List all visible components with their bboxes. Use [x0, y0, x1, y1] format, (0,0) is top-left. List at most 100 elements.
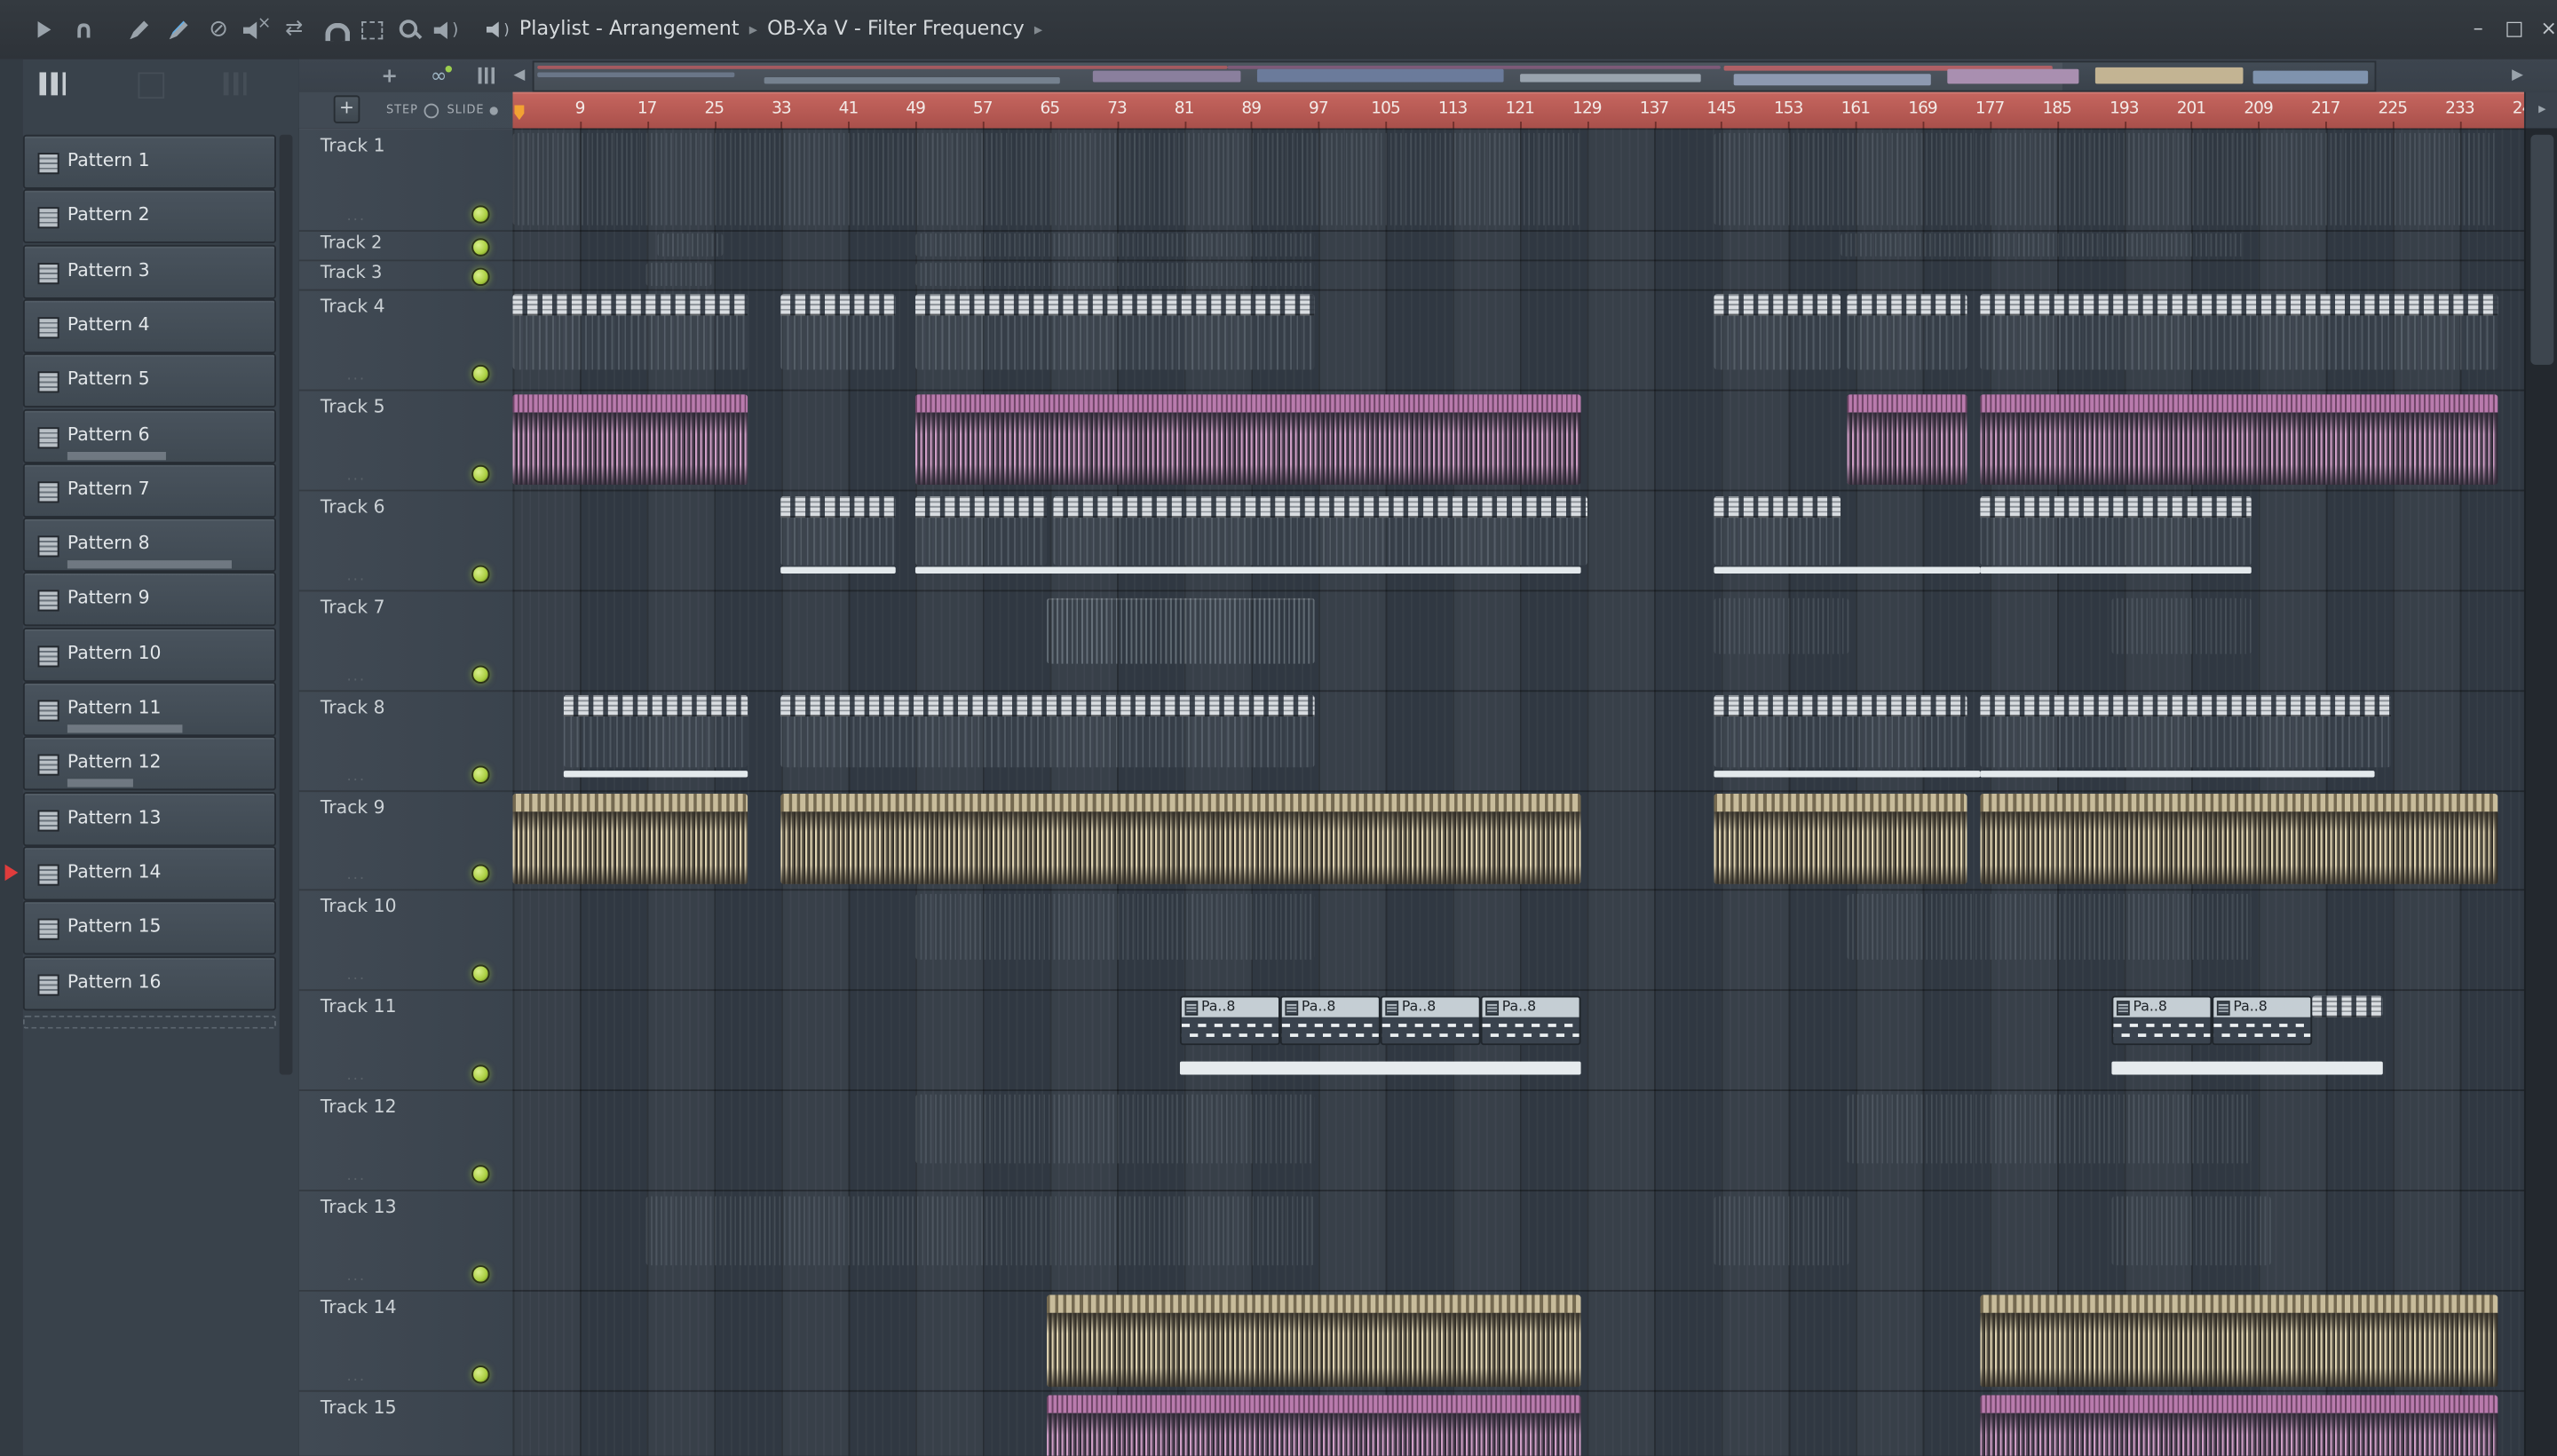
draw-icon[interactable] [125, 15, 154, 44]
pattern-item[interactable]: Pattern 6 [22, 408, 276, 463]
pattern-item[interactable]: Pattern 4 [22, 298, 276, 353]
ruler[interactable]: 9 17 25 33 41 49 57 65 73 81 89 97 105 113 121 129 137 14… [512, 91, 2524, 132]
pattern-tool-icon[interactable] [138, 72, 165, 99]
clip-pink[interactable] [1047, 1395, 1581, 1456]
mute-icon[interactable] [241, 15, 272, 44]
track-header[interactable]: Track 10... [298, 889, 513, 992]
scroll-left-icon[interactable]: ◀ [510, 64, 529, 87]
clip-tan[interactable] [1980, 793, 2498, 884]
pattern-picker-icon[interactable] [39, 72, 67, 96]
clip-faint[interactable] [1714, 1196, 1849, 1266]
pattern-item[interactable]: Pattern 14 [4, 846, 276, 901]
track-led[interactable] [471, 565, 490, 584]
clip-faint[interactable] [914, 263, 1315, 287]
clip-tan[interactable] [1047, 1294, 1581, 1388]
clip-pink[interactable] [914, 394, 1581, 486]
clip-pink[interactable] [1847, 394, 1967, 486]
play-icon[interactable] [29, 15, 59, 44]
track-header[interactable]: Track 7... [298, 590, 513, 692]
track-led[interactable] [471, 665, 490, 684]
scroll-right-icon[interactable]: ▶ [2507, 64, 2527, 87]
track-header[interactable]: Track 8... [298, 690, 513, 793]
clip-line[interactable] [1980, 771, 2375, 778]
track-header[interactable]: Track 15... [299, 1390, 513, 1456]
breadcrumb-playlist[interactable]: Playlist - Arrangement [519, 17, 740, 40]
pattern-item[interactable]: Pattern 9 [22, 572, 276, 627]
track-led[interactable] [471, 266, 490, 286]
pattern-item[interactable]: Pattern 1 [22, 134, 276, 189]
clip-faint[interactable] [657, 233, 724, 257]
track-header[interactable]: Track 2 [298, 230, 513, 262]
clip-faint[interactable] [1841, 233, 2245, 257]
clip-pink[interactable] [1980, 394, 2498, 486]
track-led[interactable] [471, 864, 490, 882]
clip-named[interactable]: Pa..8 [2111, 995, 2213, 1046]
pattern-drop-slot[interactable] [22, 1015, 276, 1029]
clip-faint[interactable] [645, 263, 712, 287]
clip-line[interactable] [780, 566, 896, 574]
clip-tan[interactable] [1714, 793, 1967, 884]
select-icon[interactable] [357, 15, 386, 44]
pattern-panel-scrollbar[interactable] [279, 134, 293, 1075]
track-header[interactable]: Track 14... [298, 1290, 513, 1392]
step-toggle[interactable] [424, 103, 439, 119]
clip-named[interactable]: Pa..8 [2212, 995, 2313, 1046]
clip-strip[interactable] [2111, 1061, 2383, 1075]
clip-chip[interactable] [914, 294, 1315, 370]
clip-faint[interactable] [914, 893, 1315, 960]
track-led[interactable] [471, 1265, 490, 1284]
clip-tan[interactable] [780, 793, 1581, 884]
track-led[interactable] [471, 205, 490, 224]
clip-line[interactable] [1714, 566, 1981, 574]
close-button[interactable]: × [2536, 13, 2557, 43]
delete-icon[interactable] [204, 15, 234, 44]
pattern-item[interactable]: Pattern 10 [22, 627, 276, 682]
track-led[interactable] [471, 1064, 490, 1083]
track-led[interactable] [471, 1165, 490, 1183]
clip-faint[interactable] [1714, 597, 1849, 654]
minimize-button[interactable]: – [2465, 13, 2491, 43]
clip-named[interactable]: Pa..8 [1179, 995, 1280, 1046]
track-header[interactable]: Track 3 [298, 259, 513, 291]
pattern-item[interactable]: Pattern 16 [22, 955, 276, 1010]
clip-chip[interactable] [1980, 495, 2252, 566]
pattern-item[interactable]: Pattern 15 [22, 900, 276, 955]
clip-chip[interactable] [1980, 294, 2498, 370]
clip-faint[interactable] [914, 1094, 1315, 1164]
snap-icon[interactable] [375, 62, 404, 89]
magnet-icon[interactable] [319, 15, 351, 44]
headphones-icon[interactable] [69, 15, 99, 44]
track-header[interactable]: Track 12... [298, 1089, 513, 1191]
pattern-item[interactable]: Pattern 11 [22, 682, 276, 737]
clip-faint[interactable] [2111, 1196, 2271, 1266]
track-led[interactable] [471, 464, 490, 484]
clip-line[interactable] [1714, 771, 1981, 778]
overview-strip[interactable] [532, 60, 2377, 92]
clip-chip[interactable] [1714, 495, 1841, 566]
pattern-item[interactable]: Pattern 5 [22, 353, 276, 408]
track-header[interactable]: Track 1... [298, 128, 513, 232]
clip-faint[interactable] [645, 1196, 1315, 1266]
pattern-item[interactable]: Pattern 7 [22, 463, 276, 518]
pattern-filter-icon[interactable] [223, 72, 247, 96]
grid[interactable]: Pa..8 Pa..8 Pa..8 Pa..8 Pa..8 Pa..8 [512, 128, 2524, 1456]
clip-line[interactable] [914, 566, 1581, 574]
clip-chip[interactable] [780, 294, 896, 370]
clip-chip[interactable] [2312, 995, 2383, 1017]
clip-faint[interactable] [2111, 597, 2252, 654]
vertical-scrollbar-thumb[interactable] [2530, 134, 2554, 365]
clip-tan[interactable] [512, 793, 748, 884]
track-led[interactable] [471, 1365, 490, 1384]
zoom-icon[interactable] [394, 15, 424, 44]
grid-icon[interactable] [473, 62, 503, 89]
breadcrumb-plugin[interactable]: OB-Xa V - Filter Frequency [767, 17, 1025, 40]
track-led[interactable] [471, 237, 490, 256]
slide-icon[interactable] [280, 15, 309, 44]
clip-pink[interactable] [512, 394, 748, 486]
track-header[interactable]: Track 11... [298, 989, 513, 1091]
clip-faint[interactable] [1714, 132, 1981, 226]
clip-chip[interactable] [563, 694, 748, 768]
ruler-corner-arrow[interactable]: ▸ [2523, 91, 2557, 129]
pattern-item[interactable]: Pattern 12 [22, 736, 276, 791]
link-icon[interactable] [424, 62, 454, 89]
